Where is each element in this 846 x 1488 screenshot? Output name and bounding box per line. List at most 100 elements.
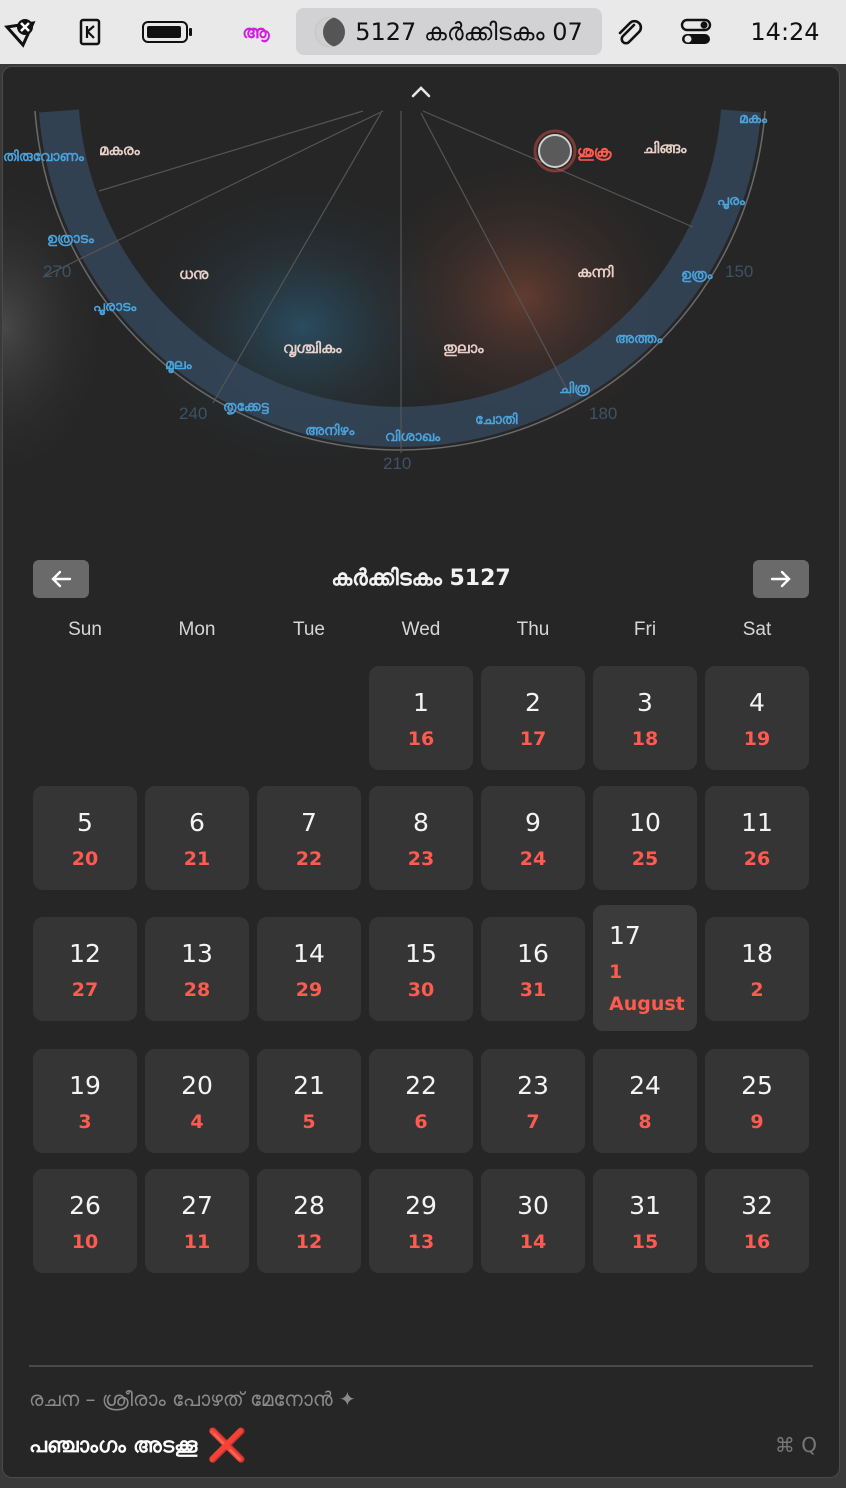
control-center-icon[interactable] bbox=[678, 0, 714, 64]
gregorian-day-number: 15 bbox=[631, 1231, 659, 1253]
day-cell[interactable]: 14 29 bbox=[257, 917, 361, 1021]
day-cell[interactable]: 26 10 bbox=[33, 1169, 137, 1273]
gregorian-day-number: 6 bbox=[414, 1111, 428, 1133]
day-cell[interactable]: 16 31 bbox=[481, 917, 585, 1021]
malayalam-day-number: 28 bbox=[293, 1191, 325, 1220]
day-cell[interactable]: 8 23 bbox=[369, 786, 473, 890]
gregorian-day-number: 23 bbox=[407, 848, 435, 870]
gregorian-day-number: 11 bbox=[183, 1231, 211, 1253]
gregorian-day-number: 7 bbox=[526, 1111, 540, 1133]
malayalam-day-number: 11 bbox=[741, 808, 773, 837]
day-cell[interactable]: 29 13 bbox=[369, 1169, 473, 1273]
panchangam-panel: മകരം ചിങ്ങം ധനു കന്നി വൃശ്ചികം തുലാം തിര… bbox=[2, 66, 840, 1478]
day-cell[interactable]: 10 25 bbox=[593, 786, 697, 890]
malayalam-day-number: 20 bbox=[181, 1071, 213, 1100]
gregorian-day-number: 5 bbox=[302, 1111, 316, 1133]
malayalam-day-number: 8 bbox=[413, 808, 429, 837]
gregorian-day-number: 29 bbox=[295, 979, 323, 1001]
day-cell[interactable]: 24 8 bbox=[593, 1049, 697, 1153]
malayalam-day-number: 18 bbox=[741, 939, 773, 968]
day-cell[interactable]: 2 17 bbox=[481, 666, 585, 770]
day-cell[interactable]: 23 7 bbox=[481, 1049, 585, 1153]
malayalam-day-number: 26 bbox=[69, 1191, 101, 1220]
malayalam-day-number: 7 bbox=[301, 808, 317, 837]
close-label: പഞ്ചാംഗം അടക്കൂ bbox=[29, 1432, 198, 1457]
divider bbox=[29, 1365, 813, 1367]
day-cell[interactable]: 20 4 bbox=[145, 1049, 249, 1153]
gregorian-day-number: 12 bbox=[295, 1231, 323, 1253]
malayalam-day-number: 23 bbox=[517, 1071, 549, 1100]
gregorian-day-number: 8 bbox=[638, 1111, 652, 1133]
kite-icon[interactable] bbox=[0, 0, 40, 64]
malayalam-day-number: 22 bbox=[405, 1071, 437, 1100]
day-cell[interactable]: 32 16 bbox=[705, 1169, 809, 1273]
day-cell[interactable]: 3 18 bbox=[593, 666, 697, 770]
day-cell[interactable]: 19 3 bbox=[33, 1049, 137, 1153]
day-cell[interactable]: 12 27 bbox=[33, 917, 137, 1021]
day-cell[interactable]: 31 15 bbox=[593, 1169, 697, 1273]
malayalam-day-number: 29 bbox=[405, 1191, 437, 1220]
malayalam-day-number: 6 bbox=[189, 808, 205, 837]
gregorian-day-number: 9 bbox=[750, 1111, 764, 1133]
gregorian-day-number: 28 bbox=[183, 979, 211, 1001]
clock[interactable]: 14:24 bbox=[735, 0, 835, 64]
gregorian-day-number: 17 bbox=[519, 728, 547, 750]
day-cell[interactable]: 7 22 bbox=[257, 786, 361, 890]
day-cell[interactable]: 11 26 bbox=[705, 786, 809, 890]
malayalam-day-number: 3 bbox=[637, 688, 653, 717]
malayalam-day-number: 14 bbox=[293, 939, 325, 968]
close-x-icon: ❌ bbox=[207, 1426, 248, 1464]
day-grid: 1 16 2 17 3 18 4 19 5 20 6 21 7 22 8 23 9 24 10 25 11 26 12 27 1… bbox=[3, 67, 839, 1477]
gregorian-day-number: 10 bbox=[71, 1231, 99, 1253]
gregorian-day-number: 13 bbox=[407, 1231, 435, 1253]
day-cell[interactable]: 30 14 bbox=[481, 1169, 585, 1273]
gregorian-day-number: 24 bbox=[519, 848, 547, 870]
credit-text: രചന – ശ്രീരാം പോഴത് മേനോൻ ✦ bbox=[29, 1387, 356, 1411]
close-app-button[interactable]: പഞ്ചാംഗം അടക്കൂ ❌ bbox=[29, 1425, 247, 1465]
malayalam-day-number: 19 bbox=[69, 1071, 101, 1100]
malayalam-input-icon[interactable]: ആ bbox=[230, 0, 282, 64]
day-cell[interactable]: 15 30 bbox=[369, 917, 473, 1021]
gregorian-day-number: 19 bbox=[743, 728, 771, 750]
malayalam-day-number: 24 bbox=[629, 1071, 661, 1100]
paperclip-icon[interactable] bbox=[612, 0, 646, 64]
panchangam-menu-item[interactable]: 5127 കർക്കിടകം 07 bbox=[296, 8, 602, 55]
malayalam-day-number: 1 bbox=[413, 688, 429, 717]
gregorian-day-number: 21 bbox=[183, 848, 211, 870]
day-cell[interactable]: 4 19 bbox=[705, 666, 809, 770]
moon-phase-icon bbox=[315, 16, 346, 47]
malayalam-day-number: 32 bbox=[741, 1191, 773, 1220]
day-cell[interactable]: 18 2 bbox=[705, 917, 809, 1021]
gregorian-day-number: 4 bbox=[190, 1111, 204, 1133]
gregorian-day-number: 3 bbox=[78, 1111, 92, 1133]
battery-icon[interactable] bbox=[140, 0, 196, 64]
day-cell[interactable]: 17 1 August bbox=[593, 905, 697, 1031]
malayalam-day-number: 5 bbox=[77, 808, 93, 837]
gregorian-day-number: 20 bbox=[71, 848, 99, 870]
malayalam-day-number: 10 bbox=[629, 808, 661, 837]
quit-shortcut: ⌘ Q bbox=[774, 1433, 817, 1457]
day-cell[interactable]: 5 20 bbox=[33, 786, 137, 890]
day-cell[interactable]: 27 11 bbox=[145, 1169, 249, 1273]
keyboard-k-icon[interactable] bbox=[76, 0, 104, 64]
malayalam-day-number: 27 bbox=[181, 1191, 213, 1220]
day-cell[interactable]: 28 12 bbox=[257, 1169, 361, 1273]
day-cell[interactable]: 9 24 bbox=[481, 786, 585, 890]
gregorian-day-number: 1 bbox=[609, 961, 623, 983]
menu-bar: ആ 5127 കർക്കിടകം 07 14:24 bbox=[0, 0, 846, 64]
malayalam-day-number: 12 bbox=[69, 939, 101, 968]
day-cell[interactable]: 22 6 bbox=[369, 1049, 473, 1153]
malayalam-day-number: 2 bbox=[525, 688, 541, 717]
day-cell[interactable]: 13 28 bbox=[145, 917, 249, 1021]
malayalam-day-number: 16 bbox=[517, 939, 549, 968]
day-cell[interactable]: 6 21 bbox=[145, 786, 249, 890]
day-cell[interactable]: 1 16 bbox=[369, 666, 473, 770]
app-status-text: 5127 കർക്കിടകം 07 bbox=[355, 17, 583, 46]
malayalam-day-number: 21 bbox=[293, 1071, 325, 1100]
gregorian-day-number: 27 bbox=[71, 979, 99, 1001]
gregorian-day-number: 30 bbox=[407, 979, 435, 1001]
gregorian-day-number: 22 bbox=[295, 848, 323, 870]
day-cell[interactable]: 25 9 bbox=[705, 1049, 809, 1153]
day-cell[interactable]: 21 5 bbox=[257, 1049, 361, 1153]
gregorian-day-number: 31 bbox=[519, 979, 547, 1001]
